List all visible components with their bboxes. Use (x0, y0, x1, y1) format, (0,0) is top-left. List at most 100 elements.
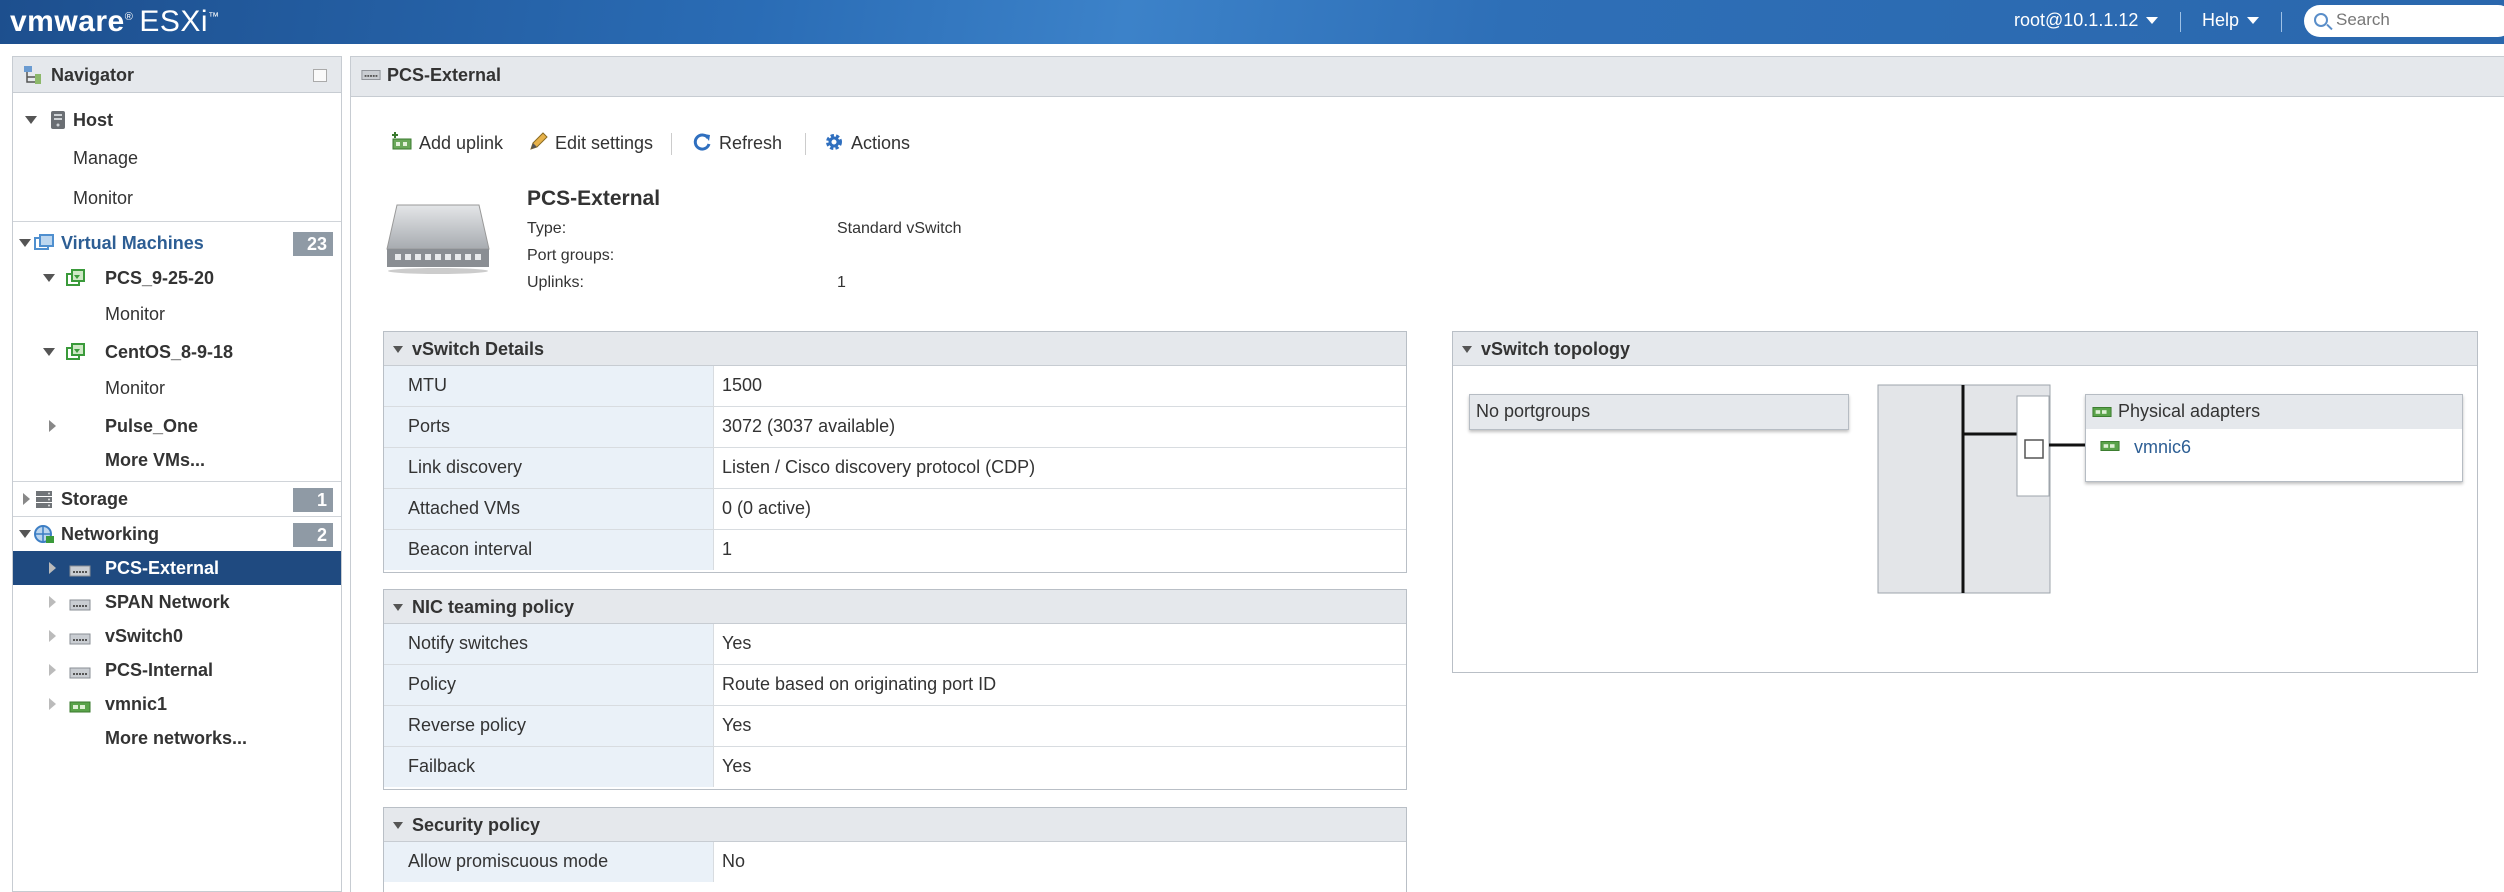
nav-virtual-machines[interactable]: Virtual Machines 23 (13, 226, 341, 260)
divider (805, 133, 806, 155)
host-icon (51, 111, 65, 129)
nav-networking[interactable]: Networking 2 (13, 517, 341, 551)
divider (2281, 12, 2282, 32)
network-count-badge: 2 (293, 523, 333, 547)
vm-count-badge: 23 (293, 232, 333, 256)
vswitch-diagram (1877, 384, 2051, 594)
nic-icon (2092, 407, 2112, 417)
expand-toggle[interactable] (19, 530, 31, 538)
nav-network-vmnic1[interactable]: vmnic1 (13, 687, 341, 721)
security-policy-panel: Security policy Allow promiscuous mode No (383, 807, 1407, 892)
main-header: PCS-External (351, 57, 2504, 97)
vswitch-topology-header[interactable]: vSwitch topology (1453, 332, 2477, 366)
collapse-icon (393, 346, 403, 353)
nav-host-monitor[interactable]: Monitor (13, 181, 341, 215)
collapse-navigator-button[interactable] (313, 69, 327, 82)
navigator-panel: Navigator Host Manage Monitor Virtual Ma… (12, 56, 342, 892)
table-row: Policy Route based on originating port ID (384, 665, 1406, 706)
vms-icon (34, 234, 54, 250)
nav-vm-item[interactable]: PCS_9-25-20 (13, 261, 341, 295)
chevron-down-icon (2146, 17, 2159, 24)
table-row: Link discovery Listen / Cisco discovery p… (384, 448, 1406, 489)
table-row: Attached VMs 0 (0 active) (384, 489, 1406, 530)
add-uplink-icon (392, 132, 412, 150)
expand-toggle[interactable] (43, 348, 55, 356)
nav-more-vms[interactable]: More VMs... (13, 443, 341, 477)
page-title: PCS-External (387, 65, 502, 85)
table-row: Reverse policy Yes (384, 706, 1406, 747)
table-row: Failback Yes (384, 747, 1406, 788)
vswitch-details-header[interactable]: vSwitch Details (384, 332, 1406, 366)
portgroups-box[interactable]: No portgroups (1469, 394, 1849, 430)
nav-more-networks[interactable]: More networks... (13, 721, 341, 755)
uplink-connector (2049, 443, 2085, 447)
expand-toggle[interactable] (49, 596, 56, 608)
expand-toggle[interactable] (19, 239, 31, 247)
physical-adapters-box: Physical adapters vmnic6 (2085, 394, 2463, 482)
user-menu[interactable]: root@10.1.1.12 (2014, 10, 2159, 31)
portgroups-label: Port groups: (527, 247, 615, 264)
vswitch-topology-panel: vSwitch topology No portgroups Physical … (1452, 331, 2478, 673)
vswitch-icon (69, 599, 91, 611)
nav-network-span[interactable]: SPAN Network (13, 585, 341, 619)
nav-network-pcs-internal[interactable]: PCS-Internal (13, 653, 341, 687)
expand-toggle[interactable] (49, 664, 56, 676)
nav-network-pcs-external[interactable]: PCS-External (13, 551, 341, 585)
uplinks-value: 1 (837, 274, 846, 291)
nav-network-vswitch0[interactable]: vSwitch0 (13, 619, 341, 653)
vm-icon (66, 343, 85, 360)
adapter-vmnic6[interactable]: vmnic6 (2086, 435, 2462, 465)
search-input[interactable]: Search (2304, 5, 2504, 37)
chevron-down-icon (2247, 17, 2260, 24)
vmware-esxi-logo: vmware® ESXi™ (10, 5, 220, 38)
storage-icon (36, 491, 52, 508)
table-row: MTU 1500 (384, 366, 1406, 407)
pencil-icon (530, 132, 548, 150)
vswitch-name: PCS-External (527, 187, 661, 210)
vswitch-icon (69, 633, 91, 645)
expand-toggle[interactable] (49, 698, 56, 710)
uplinks-label: Uplinks: (527, 274, 584, 291)
table-row: Ports 3072 (3037 available) (384, 407, 1406, 448)
expand-toggle[interactable] (43, 274, 55, 282)
nic-teaming-header[interactable]: NIC teaming policy (384, 590, 1406, 624)
nav-vm-monitor[interactable]: Monitor (13, 371, 341, 405)
nav-vm-item[interactable]: Pulse_One (13, 409, 341, 443)
collapse-icon (393, 822, 403, 829)
gear-icon (826, 134, 842, 150)
nav-host[interactable]: Host (13, 103, 341, 137)
vswitch-large-icon (386, 204, 490, 274)
expand-toggle[interactable] (49, 562, 56, 574)
nav-host-manage[interactable]: Manage (13, 141, 341, 175)
nav-vm-monitor[interactable]: Monitor (13, 297, 341, 331)
nic-teaming-panel: NIC teaming policy Notify switches Yes Po… (383, 589, 1407, 790)
collapse-icon (393, 604, 403, 611)
expand-toggle[interactable] (49, 420, 56, 432)
search-icon (2314, 13, 2328, 27)
navigator-header: Navigator (13, 57, 341, 93)
vswitch-icon (69, 667, 91, 679)
table-row: Beacon interval 1 (384, 530, 1406, 571)
divider (13, 221, 341, 222)
collapse-icon (1462, 346, 1472, 353)
physical-adapters-header: Physical adapters (2086, 395, 2462, 429)
divider (2180, 12, 2181, 32)
expand-toggle[interactable] (23, 493, 30, 505)
nav-storage[interactable]: Storage 1 (13, 482, 341, 516)
nic-icon (69, 701, 91, 713)
networking-icon (34, 525, 54, 543)
main-panel: PCS-External Add uplink Edit settings Re… (350, 56, 2504, 892)
vm-icon (66, 269, 85, 286)
expand-toggle[interactable] (25, 116, 37, 124)
refresh-icon (693, 133, 711, 151)
help-menu[interactable]: Help (2202, 10, 2260, 31)
divider (671, 133, 672, 155)
navigator-icon (24, 66, 41, 84)
navigator-title: Navigator (51, 65, 135, 85)
nav-vm-item[interactable]: CentOS_8-9-18 (13, 335, 341, 369)
type-value: Standard vSwitch (837, 220, 962, 237)
vswitch-icon (69, 565, 91, 577)
security-policy-header[interactable]: Security policy (384, 808, 1406, 842)
expand-toggle[interactable] (49, 630, 56, 642)
nic-icon (2100, 441, 2120, 451)
